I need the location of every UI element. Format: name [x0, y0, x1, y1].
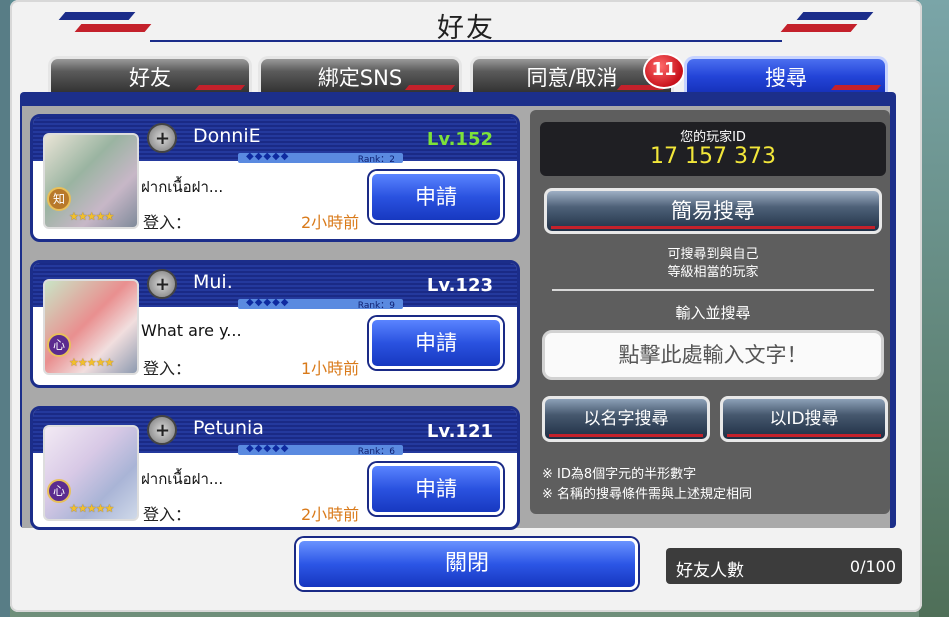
- tab-friends[interactable]: 好友: [48, 56, 252, 94]
- rank-diamond-icon: ◆◆◆◆◆: [246, 297, 290, 308]
- easy-search-hint-line-2: 等級相當的玩家: [667, 265, 759, 280]
- search-by-name-button[interactable]: 以名字搜尋: [542, 396, 710, 442]
- login-label: 登入：: [143, 505, 192, 524]
- player-level: Lv.123: [426, 275, 493, 296]
- tab-friends-label: 好友: [129, 66, 171, 90]
- tab-bind-sns[interactable]: 綁定SNS: [258, 56, 462, 94]
- friend-count-box: 好友人數 0/100: [666, 548, 902, 584]
- notification-badge: 11: [643, 53, 685, 89]
- tab-search[interactable]: 搜尋: [684, 56, 888, 94]
- note-id-format: ※ ID為8個字元的半形數字: [542, 467, 697, 482]
- easy-search-button[interactable]: 簡易搜尋: [544, 188, 882, 234]
- player-level: Lv.152: [426, 129, 493, 150]
- tab-friends-accent: [194, 85, 246, 90]
- background-right-edge: [919, 0, 949, 617]
- cross-emblem-icon: +: [143, 269, 183, 301]
- apply-button[interactable]: 申請: [369, 463, 503, 515]
- tab-bind-sns-accent: [404, 85, 456, 90]
- login-label: 登入：: [143, 359, 192, 378]
- search-by-id-accent: [727, 434, 881, 437]
- login-label: 登入：: [143, 213, 192, 232]
- note-name-rule: ※ 名稱的搜尋條件需與上述規定相同: [542, 487, 753, 502]
- input-section-title: 輸入並搜尋: [675, 304, 751, 322]
- easy-search-accent: [551, 226, 875, 229]
- search-by-name-accent: [549, 434, 703, 437]
- player-id-label: 您的玩家ID: [680, 130, 746, 145]
- player-message: What are y...: [141, 321, 242, 340]
- star-icon: ★★★★★: [69, 356, 114, 369]
- rank-diamond-icon: ◆◆◆◆◆: [246, 151, 290, 162]
- tab-search-label: 搜尋: [765, 66, 807, 90]
- friend-count-value: 0/100: [849, 557, 896, 576]
- rank-label: Rank：6: [357, 447, 395, 457]
- section-divider: [552, 289, 874, 291]
- rank-bar: ◆◆◆◆◆ Rank：6: [238, 443, 403, 457]
- player-name: Mui.: [193, 271, 233, 293]
- player-name: DonniE: [193, 125, 261, 147]
- search-by-name-label: 以名字搜尋: [583, 409, 669, 429]
- avatar[interactable]: 心 ★★★★★: [43, 425, 139, 521]
- search-text-input[interactable]: 點擊此處輸入文字！: [542, 330, 884, 380]
- friend-card: 心 ★★★★★ + Petunia Lv.121 ◆◆◆◆◆ Rank：6 ฝา…: [30, 406, 520, 530]
- login-time: 2小時前: [301, 505, 360, 524]
- tab-accept-cancel[interactable]: 同意/取消 11: [470, 53, 685, 94]
- player-name: Petunia: [193, 417, 264, 439]
- search-by-id-button[interactable]: 以ID搜尋: [720, 396, 888, 442]
- avatar[interactable]: 知 ★★★★★: [43, 133, 139, 229]
- attribute-badge: 心: [47, 333, 71, 357]
- player-message: ฝากเนื้อฝา...: [141, 178, 224, 196]
- player-message: ฝากเนื้อฝา...: [141, 470, 224, 488]
- player-id-box: 您的玩家ID 17 157 373: [540, 122, 886, 176]
- login-time: 1小時前: [301, 359, 360, 378]
- rank-bar: ◆◆◆◆◆ Rank：2: [238, 151, 403, 165]
- attribute-badge: 心: [47, 479, 71, 503]
- player-id-value: 17 157 373: [650, 144, 776, 169]
- attribute-badge: 知: [47, 187, 71, 211]
- friend-count-label: 好友人數: [676, 561, 744, 581]
- tab-search-accent: [830, 85, 882, 90]
- star-icon: ★★★★★: [69, 502, 114, 515]
- rank-diamond-icon: ◆◆◆◆◆: [246, 443, 290, 454]
- friend-card: 知 ★★★★★ + DonniE Lv.152 ◆◆◆◆◆ Rank：2 ฝาก…: [30, 114, 520, 242]
- title-underline: [150, 40, 782, 42]
- close-button[interactable]: 關閉: [296, 538, 638, 590]
- star-icon: ★★★★★: [69, 210, 114, 223]
- easy-search-label: 簡易搜尋: [671, 199, 755, 223]
- apply-button[interactable]: 申請: [369, 317, 503, 369]
- rank-bar: ◆◆◆◆◆ Rank：9: [238, 297, 403, 311]
- cross-emblem-icon: +: [143, 123, 183, 155]
- easy-search-hint-line-1: 可搜尋到與自己: [667, 247, 759, 262]
- cross-emblem-icon: +: [143, 415, 183, 447]
- search-by-id-label: 以ID搜尋: [769, 409, 839, 429]
- tab-bind-sns-label: 綁定SNS: [317, 66, 403, 90]
- rank-label: Rank：9: [357, 301, 395, 311]
- tab-accept-cancel-label: 同意/取消: [526, 66, 618, 90]
- login-time: 2小時前: [301, 213, 360, 232]
- avatar[interactable]: 心 ★★★★★: [43, 279, 139, 375]
- title-bar: 好友: [10, 0, 922, 50]
- friend-card: 心 ★★★★★ + Mui. Lv.123 ◆◆◆◆◆ Rank：9 What …: [30, 260, 520, 388]
- background-left-edge: [0, 0, 10, 617]
- player-level: Lv.121: [426, 421, 493, 442]
- rank-label: Rank：2: [357, 155, 395, 165]
- apply-button[interactable]: 申請: [369, 171, 503, 223]
